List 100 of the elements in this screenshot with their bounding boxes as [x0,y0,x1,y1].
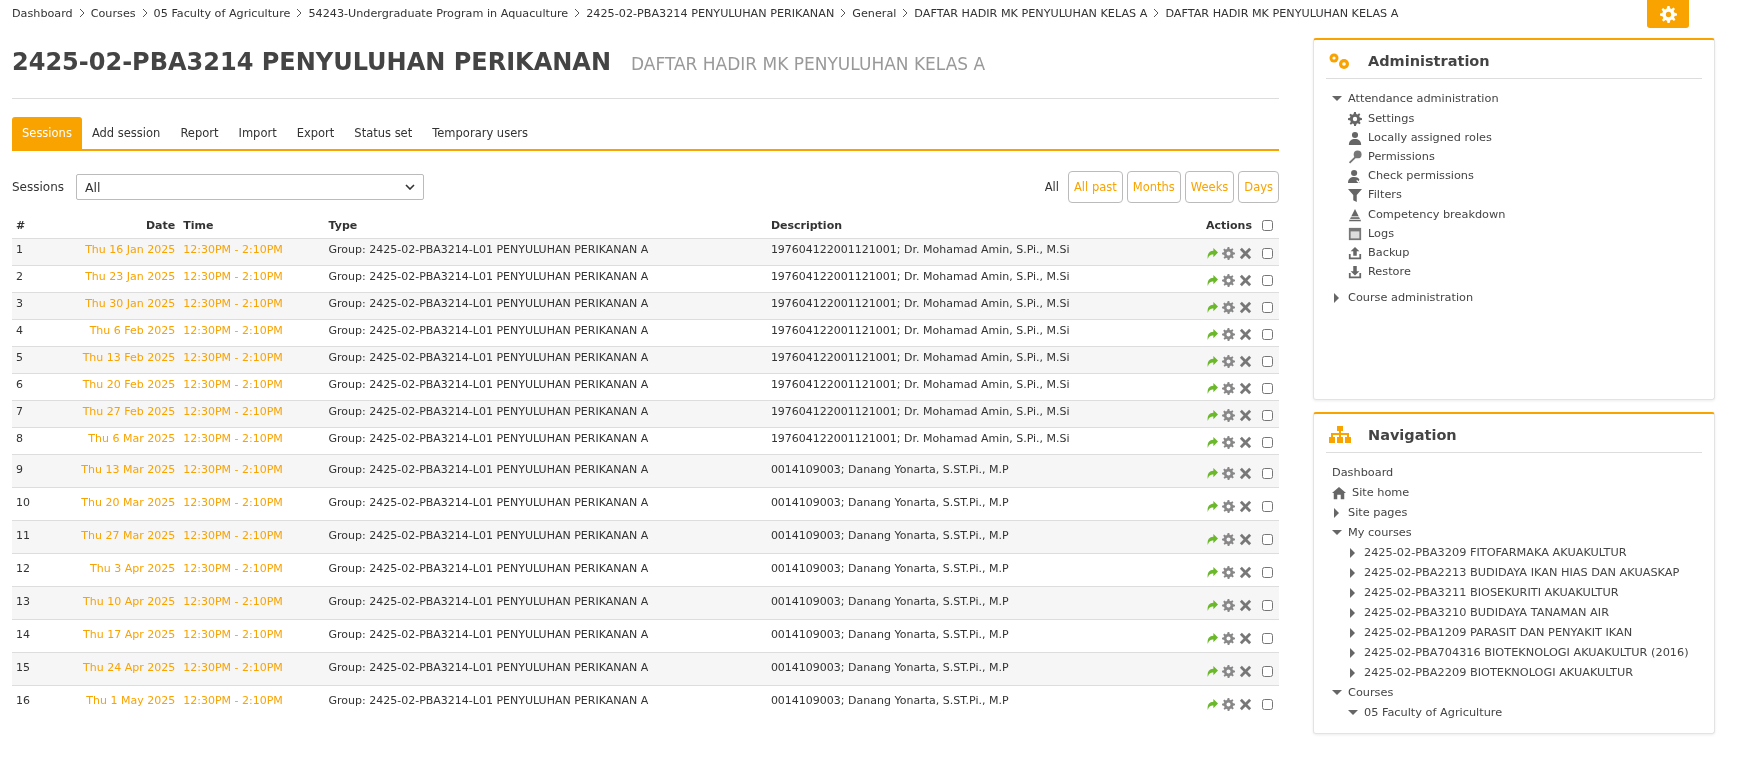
caret-right-icon[interactable] [1348,668,1358,678]
breadcrumb-link[interactable]: 2425-02-PBA3214 PENYULUHAN PERIKANAN [586,6,835,20]
arrow-icon[interactable] [1205,632,1218,645]
row-checkbox[interactable] [1262,468,1273,479]
settings-icon[interactable] [1222,467,1235,480]
arrow-icon[interactable] [1205,382,1218,395]
row-checkbox[interactable] [1262,302,1273,313]
settings-icon[interactable] [1222,301,1235,314]
admin-link[interactable]: Backup [1368,245,1410,260]
caret-down-icon[interactable] [1332,94,1342,104]
settings-icon[interactable] [1222,409,1235,422]
caret-down-icon[interactable] [1332,688,1342,698]
row-checkbox[interactable] [1262,383,1273,394]
caret-right-icon[interactable] [1332,292,1342,303]
caret-right-icon[interactable] [1348,548,1358,558]
settings-icon[interactable] [1222,274,1235,287]
arrow-icon[interactable] [1205,301,1218,314]
row-checkbox[interactable] [1262,699,1273,710]
arrow-icon[interactable] [1205,355,1218,368]
row-checkbox[interactable] [1262,410,1273,421]
nav-item[interactable]: Dashboard [1332,466,1394,480]
settings-icon[interactable] [1222,566,1235,579]
row-checkbox[interactable] [1262,534,1273,545]
settings-icon[interactable] [1222,355,1235,368]
breadcrumb-link[interactable]: 54243-Undergraduate Program in Aquaculture [308,6,569,20]
arrow-icon[interactable] [1205,409,1218,422]
row-checkbox[interactable] [1262,248,1273,259]
close-icon[interactable] [1239,436,1252,449]
arrow-icon[interactable] [1205,274,1218,287]
breadcrumb-link[interactable]: DAFTAR HADIR MK PENYULUHAN KELAS A [1165,6,1399,20]
arrow-icon[interactable] [1205,436,1218,449]
admin-link[interactable]: Settings [1368,111,1415,126]
row-checkbox[interactable] [1262,356,1273,367]
select-all-checkbox[interactable] [1262,220,1273,231]
settings-icon[interactable] [1222,599,1235,612]
tab[interactable]: Temporary users [422,117,538,149]
nav-item[interactable]: 2425-02-PBA2209 BIOTEKNOLOGI AKUAKULTUR [1364,666,1634,680]
row-checkbox[interactable] [1262,600,1273,611]
breadcrumb-link[interactable]: General [852,6,897,20]
admin-item[interactable]: Course administration [1348,290,1474,305]
tab[interactable]: Import [228,117,287,149]
nav-item[interactable]: 2425-02-PBA1209 PARASIT DAN PENYAKIT IKAN [1364,626,1633,640]
tab[interactable]: Status set [344,117,423,149]
tab[interactable]: Report [170,117,229,149]
nav-item[interactable]: 05 Faculty of Agriculture [1364,706,1503,720]
row-checkbox[interactable] [1262,633,1273,644]
admin-link[interactable]: Restore [1368,265,1411,280]
nav-item[interactable]: 2425-02-PBA3210 BUDIDAYA TANAMAN AIR [1364,606,1609,620]
arrow-icon[interactable] [1205,698,1218,711]
close-icon[interactable] [1239,599,1252,612]
tab[interactable]: Add session [81,117,171,149]
breadcrumb-link[interactable]: DAFTAR HADIR MK PENYULUHAN KELAS A [914,6,1148,20]
row-checkbox[interactable] [1262,567,1273,578]
breadcrumb-link[interactable]: Dashboard [12,6,73,20]
settings-icon[interactable] [1222,698,1235,711]
close-icon[interactable] [1239,632,1252,645]
caret-right-icon[interactable] [1348,648,1358,658]
close-icon[interactable] [1239,533,1252,546]
admin-item[interactable]: Attendance administration [1348,92,1499,106]
row-checkbox[interactable] [1262,275,1273,286]
close-icon[interactable] [1239,328,1252,341]
arrow-icon[interactable] [1205,599,1218,612]
admin-link[interactable]: Locally assigned roles [1368,130,1492,145]
row-checkbox[interactable] [1262,666,1273,677]
nav-item[interactable]: Site home [1352,486,1410,500]
nav-item[interactable]: 2425-02-PBA3211 BIOSEKURITI AKUAKULTUR [1364,586,1619,600]
arrow-icon[interactable] [1205,247,1218,260]
nav-item[interactable]: 2425-02-PBA3209 FITOFARMAKA AKUAKULTUR [1364,546,1627,560]
close-icon[interactable] [1239,409,1252,422]
admin-link[interactable]: Check permissions [1368,169,1474,184]
close-icon[interactable] [1239,355,1252,368]
breadcrumb-link[interactable]: Courses [90,6,136,20]
close-icon[interactable] [1239,301,1252,314]
caret-right-icon[interactable] [1348,568,1358,578]
arrow-icon[interactable] [1205,533,1218,546]
settings-icon[interactable] [1222,436,1235,449]
admin-link[interactable]: Permissions [1368,149,1435,164]
settings-icon[interactable] [1222,665,1235,678]
settings-icon[interactable] [1222,247,1235,260]
row-checkbox[interactable] [1262,329,1273,340]
caret-right-icon[interactable] [1348,608,1358,618]
sessions-dropdown[interactable]: All [76,174,425,200]
tab[interactable]: Export [286,117,345,149]
settings-icon[interactable] [1222,533,1235,546]
nav-item[interactable]: 2425-02-PBA704316 BIOTEKNOLOGI AKUAKULTUR (2016) [1364,646,1689,660]
caret-right-icon[interactable] [1348,588,1358,598]
nav-item[interactable]: Courses [1348,686,1394,700]
close-icon[interactable] [1239,274,1252,287]
settings-icon[interactable] [1222,500,1235,513]
admin-link[interactable]: Competency breakdown [1368,207,1506,222]
caret-right-icon[interactable] [1348,628,1358,638]
admin-link[interactable]: Filters [1368,188,1402,203]
settings-icon[interactable] [1222,632,1235,645]
breadcrumb-link[interactable]: 05 Faculty of Agriculture [153,6,291,20]
arrow-icon[interactable] [1205,328,1218,341]
close-icon[interactable] [1239,382,1252,395]
caret-right-icon[interactable] [1332,508,1342,518]
close-icon[interactable] [1239,665,1252,678]
arrow-icon[interactable] [1205,665,1218,678]
nav-item[interactable]: Site pages [1348,506,1408,520]
